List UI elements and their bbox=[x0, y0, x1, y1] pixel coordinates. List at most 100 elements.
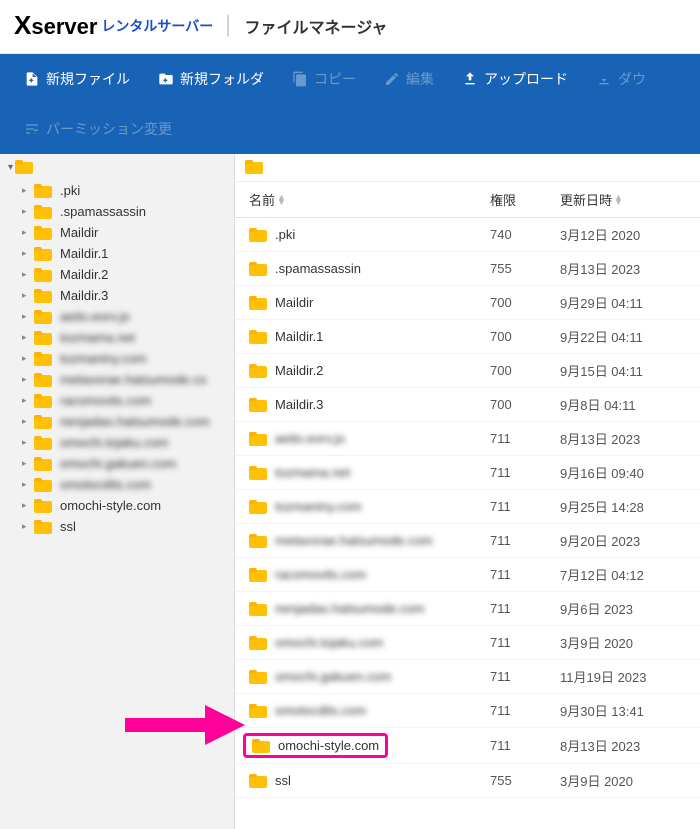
caret-right-icon: ▸ bbox=[22, 353, 30, 364]
folder-icon bbox=[34, 352, 52, 366]
file-perm: 755 bbox=[490, 261, 560, 276]
toolbar: 新規ファイル 新規フォルダ コピー 編集 アップロード ダウ パーミッション変更 bbox=[0, 54, 700, 154]
file-name: Maildir.1 bbox=[275, 329, 323, 344]
sidebar-item-label: .spamassassin bbox=[60, 204, 146, 219]
sidebar-item[interactable]: ▸omotocdits.com bbox=[0, 474, 234, 495]
table-row[interactable]: Maildir.27009月15日 04:11 bbox=[235, 354, 700, 388]
sidebar-item[interactable]: ▸nenjadao.hatsumode.com bbox=[0, 411, 234, 432]
table-row[interactable]: tozmama.net7119月16日 09:40 bbox=[235, 456, 700, 490]
column-date[interactable]: 更新日時▲▼ bbox=[560, 190, 690, 209]
sidebar-item-label: Maildir.2 bbox=[60, 267, 108, 282]
upload-button[interactable]: アップロード bbox=[448, 55, 582, 103]
file-date: 8月13日 2023 bbox=[560, 259, 690, 278]
file-date: 9月25日 14:28 bbox=[560, 497, 690, 516]
file-date: 3月9日 2020 bbox=[560, 771, 690, 790]
table-row[interactable]: .spamassassin7558月13日 2023 bbox=[235, 252, 700, 286]
folder-plus-icon bbox=[158, 71, 174, 87]
table-row[interactable]: omochi.gakuen.com71111月19日 2023 bbox=[235, 660, 700, 694]
folder-icon bbox=[34, 394, 52, 408]
file-date: 9月20日 2023 bbox=[560, 531, 690, 550]
column-name[interactable]: 名前▲▼ bbox=[249, 190, 490, 209]
caret-right-icon: ▸ bbox=[22, 227, 30, 238]
new-file-button[interactable]: 新規ファイル bbox=[10, 55, 144, 103]
download-label: ダウ bbox=[618, 69, 646, 89]
folder-icon bbox=[249, 704, 267, 718]
sidebar-item-label: tozmaniny.com bbox=[60, 351, 146, 366]
file-name: omotocdits.com bbox=[275, 703, 366, 718]
table-row[interactable]: .pki7403月12日 2020 bbox=[235, 218, 700, 252]
folder-icon bbox=[252, 739, 270, 753]
folder-icon bbox=[249, 296, 267, 310]
folder-icon bbox=[249, 364, 267, 378]
table-row[interactable]: ssl7553月9日 2020 bbox=[235, 764, 700, 798]
file-date: 8月13日 2023 bbox=[560, 429, 690, 448]
folder-icon bbox=[34, 226, 52, 240]
header-sub2: ファイルマネージャ bbox=[245, 14, 388, 38]
sidebar-item[interactable]: ▸omochi.gakuen.com bbox=[0, 453, 234, 474]
file-name: .pki bbox=[275, 227, 295, 242]
sidebar-item-label: metavorae.hatsumode.co bbox=[60, 372, 207, 387]
sidebar-item-label: Maildir.1 bbox=[60, 246, 108, 261]
sidebar-item[interactable]: ▸Maildir.2 bbox=[0, 264, 234, 285]
sidebar-item[interactable]: ▸Maildir bbox=[0, 222, 234, 243]
new-folder-label: 新規フォルダ bbox=[180, 69, 264, 89]
table-row[interactable]: Maildir.17009月22日 04:11 bbox=[235, 320, 700, 354]
new-file-label: 新規ファイル bbox=[46, 69, 130, 89]
sidebar-item[interactable]: ▸.spamassassin bbox=[0, 201, 234, 222]
table-row[interactable]: omochi-style.com7118月13日 2023 bbox=[235, 728, 700, 764]
file-name: ssl bbox=[275, 773, 291, 788]
file-date: 9月29日 04:11 bbox=[560, 293, 690, 312]
sidebar-item[interactable]: ▸omochi-style.com bbox=[0, 495, 234, 516]
sidebar-item[interactable]: ▸ tozmaniny.com bbox=[0, 348, 234, 369]
file-date: 3月12日 2020 bbox=[560, 225, 690, 244]
folder-icon bbox=[34, 310, 52, 324]
sidebar-item[interactable]: ▸racomovits.com bbox=[0, 390, 234, 411]
folder-icon bbox=[249, 534, 267, 548]
file-perm: 711 bbox=[490, 499, 560, 514]
sidebar-item[interactable]: ▸ssl bbox=[0, 516, 234, 537]
file-name: Maildir bbox=[275, 295, 313, 310]
sidebar-item-label: racomovits.com bbox=[60, 393, 151, 408]
sidebar-item[interactable]: ▸aeito.eorv.jo bbox=[0, 306, 234, 327]
header-divider: │ bbox=[223, 15, 234, 36]
folder-icon bbox=[34, 268, 52, 282]
main-area: ▾ ▸.pki▸.spamassassin▸Maildir▸Maildir.1▸… bbox=[0, 154, 700, 829]
table-row[interactable]: tozmaniny.com7119月25日 14:28 bbox=[235, 490, 700, 524]
folder-icon bbox=[34, 436, 52, 450]
file-name: omochi.tojaku.com bbox=[275, 635, 383, 650]
edit-label: 編集 bbox=[406, 69, 434, 89]
caret-right-icon: ▸ bbox=[22, 248, 30, 259]
table-row[interactable]: metavorae.hatsumode.com7119月20日 2023 bbox=[235, 524, 700, 558]
file-perm: 700 bbox=[490, 295, 560, 310]
column-perm[interactable]: 権限 bbox=[490, 190, 560, 209]
table-row[interactable]: omochi.tojaku.com7113月9日 2020 bbox=[235, 626, 700, 660]
folder-icon bbox=[249, 568, 267, 582]
table-row[interactable]: racomovits.com7117月12日 04:12 bbox=[235, 558, 700, 592]
folder-icon bbox=[34, 415, 52, 429]
new-folder-button[interactable]: 新規フォルダ bbox=[144, 55, 278, 103]
folder-icon bbox=[34, 289, 52, 303]
table-row[interactable]: aeito.eorv.jo7118月13日 2023 bbox=[235, 422, 700, 456]
caret-right-icon: ▸ bbox=[22, 437, 30, 448]
file-name: omochi-style.com bbox=[278, 738, 379, 753]
sidebar-item[interactable]: ▸.pki bbox=[0, 180, 234, 201]
table-row[interactable]: nenjadao.hatsumode.com7119月6日 2023 bbox=[235, 592, 700, 626]
sidebar-item[interactable]: ▸ Maildir.1 bbox=[0, 243, 234, 264]
caret-right-icon: ▸ bbox=[22, 521, 30, 532]
table-row[interactable]: omotocdits.com7119月30日 13:41 bbox=[235, 694, 700, 728]
file-date: 11月19日 2023 bbox=[560, 667, 690, 686]
sidebar-item[interactable]: ▸omochi.tojaku.com bbox=[0, 432, 234, 453]
file-date: 9月22日 04:11 bbox=[560, 327, 690, 346]
tree-root[interactable]: ▾ bbox=[0, 154, 234, 180]
sidebar-item[interactable]: ▸tozmama.net bbox=[0, 327, 234, 348]
table-row[interactable]: Maildir 7009月29日 04:11 bbox=[235, 286, 700, 320]
breadcrumb[interactable] bbox=[235, 154, 700, 182]
file-perm: 711 bbox=[490, 669, 560, 684]
copy-label: コピー bbox=[314, 69, 356, 89]
sidebar-item[interactable]: ▸Maildir.3 bbox=[0, 285, 234, 306]
sidebar-item-label: omochi-style.com bbox=[60, 498, 161, 513]
file-list: .pki7403月12日 2020.spamassassin7558月13日 2… bbox=[235, 218, 700, 829]
table-row[interactable]: Maildir.37009月8日 04:11 bbox=[235, 388, 700, 422]
sidebar-item[interactable]: ▸metavorae.hatsumode.co bbox=[0, 369, 234, 390]
file-date: 9月30日 13:41 bbox=[560, 701, 690, 720]
